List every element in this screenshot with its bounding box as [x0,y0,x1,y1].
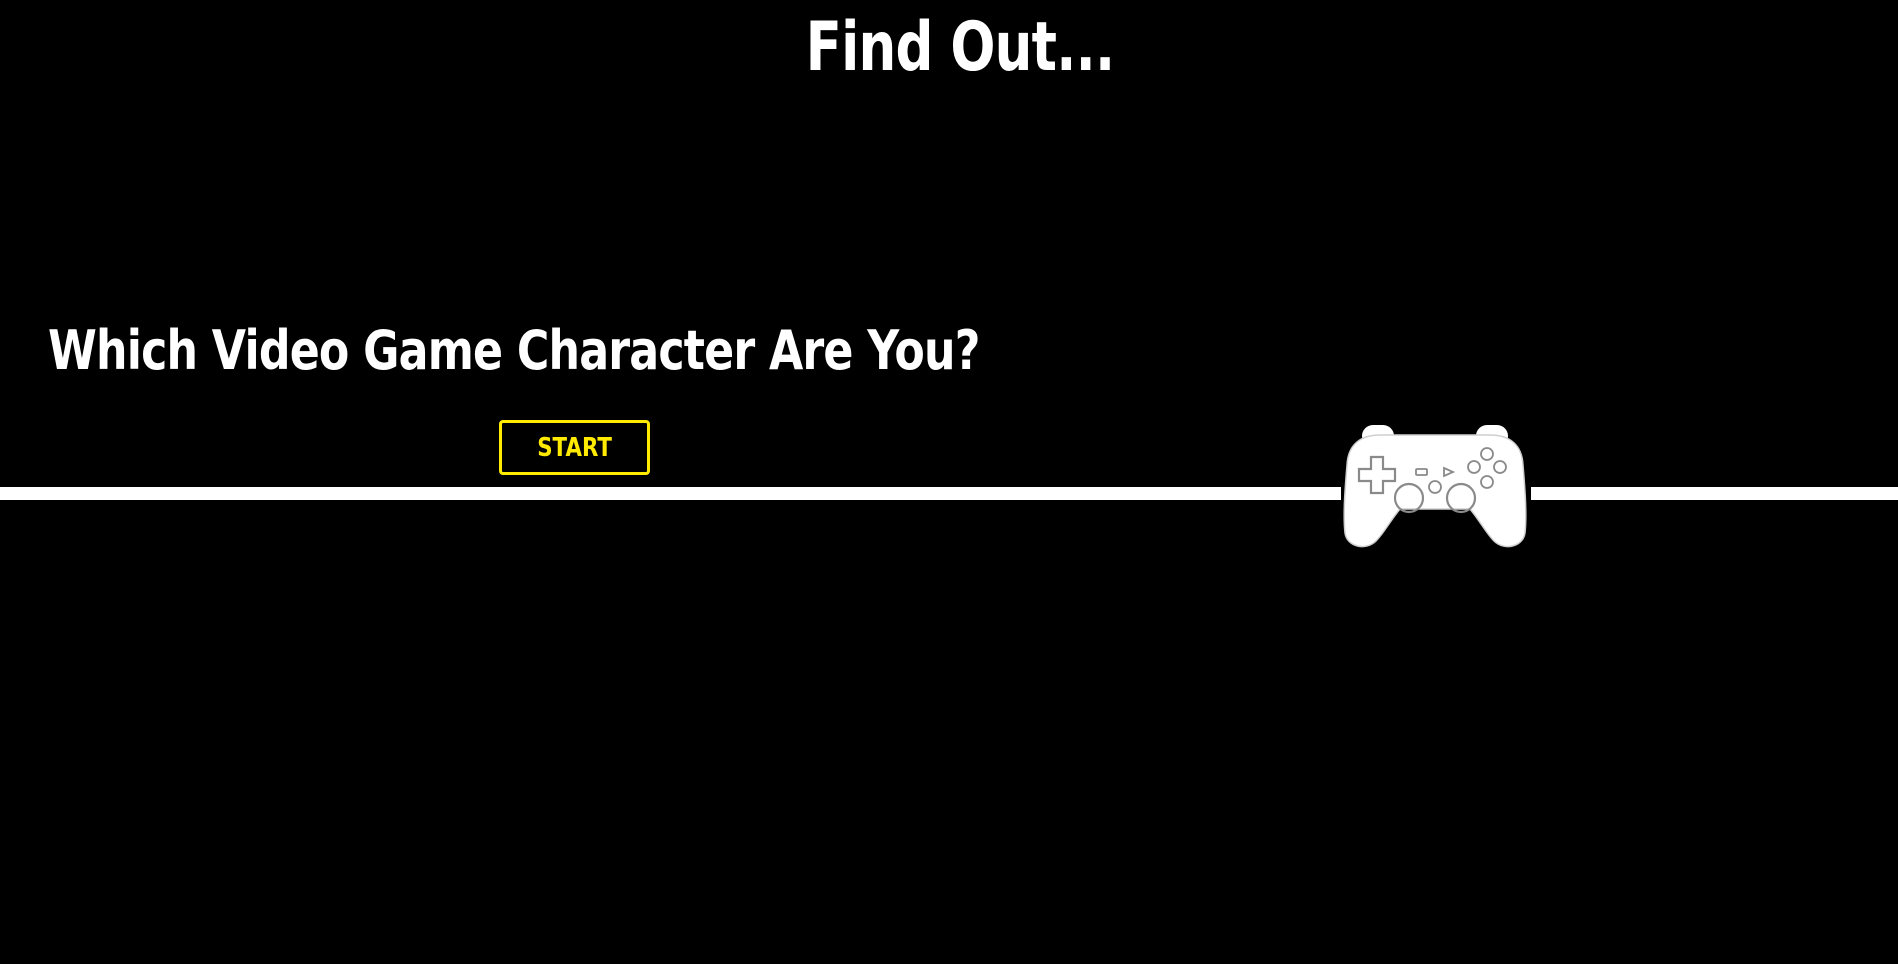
start-button-label: START [537,432,612,463]
quiz-headline: Which Video Game Character Are You? [48,319,980,382]
quiz-landing-page: Find Out... Which Video Game Character A… [0,0,1898,964]
start-button[interactable]: START [499,420,650,475]
divider-line-left [0,487,1341,500]
divider-line-right [1531,487,1898,500]
gamepad-icon [1343,425,1527,548]
page-title: Find Out... [805,8,1115,87]
